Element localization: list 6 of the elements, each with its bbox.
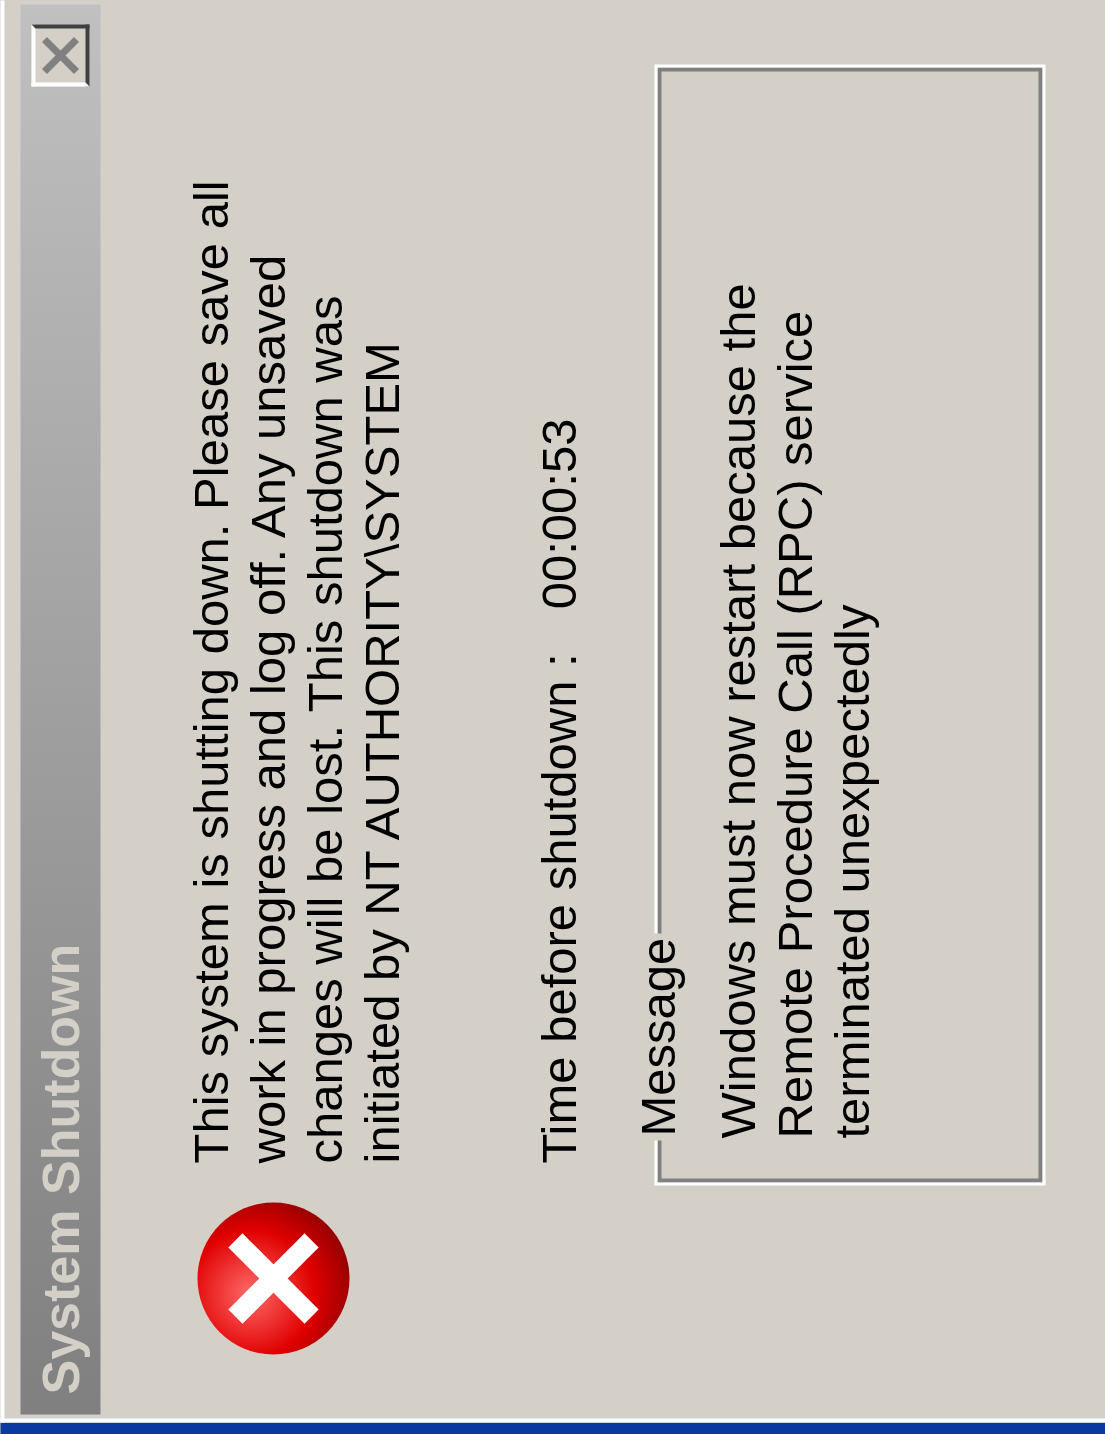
shutdown-message: This system is shutting down. Please save all work in progress and log off. Any unsaved changes will be lost. This shutdown was initiated by NT AUTHORITY\SYSTEM bbox=[182, 179, 410, 1163]
close-icon bbox=[41, 35, 79, 75]
countdown-label: Time before shutdown : bbox=[530, 652, 586, 1163]
restart-message: Windows must now restart because the Remote Procedure Call (RPC) service terminated unexpectedly bbox=[709, 281, 880, 1138]
countdown-value: 00:00:53 bbox=[530, 418, 586, 609]
close-button[interactable] bbox=[31, 24, 89, 86]
